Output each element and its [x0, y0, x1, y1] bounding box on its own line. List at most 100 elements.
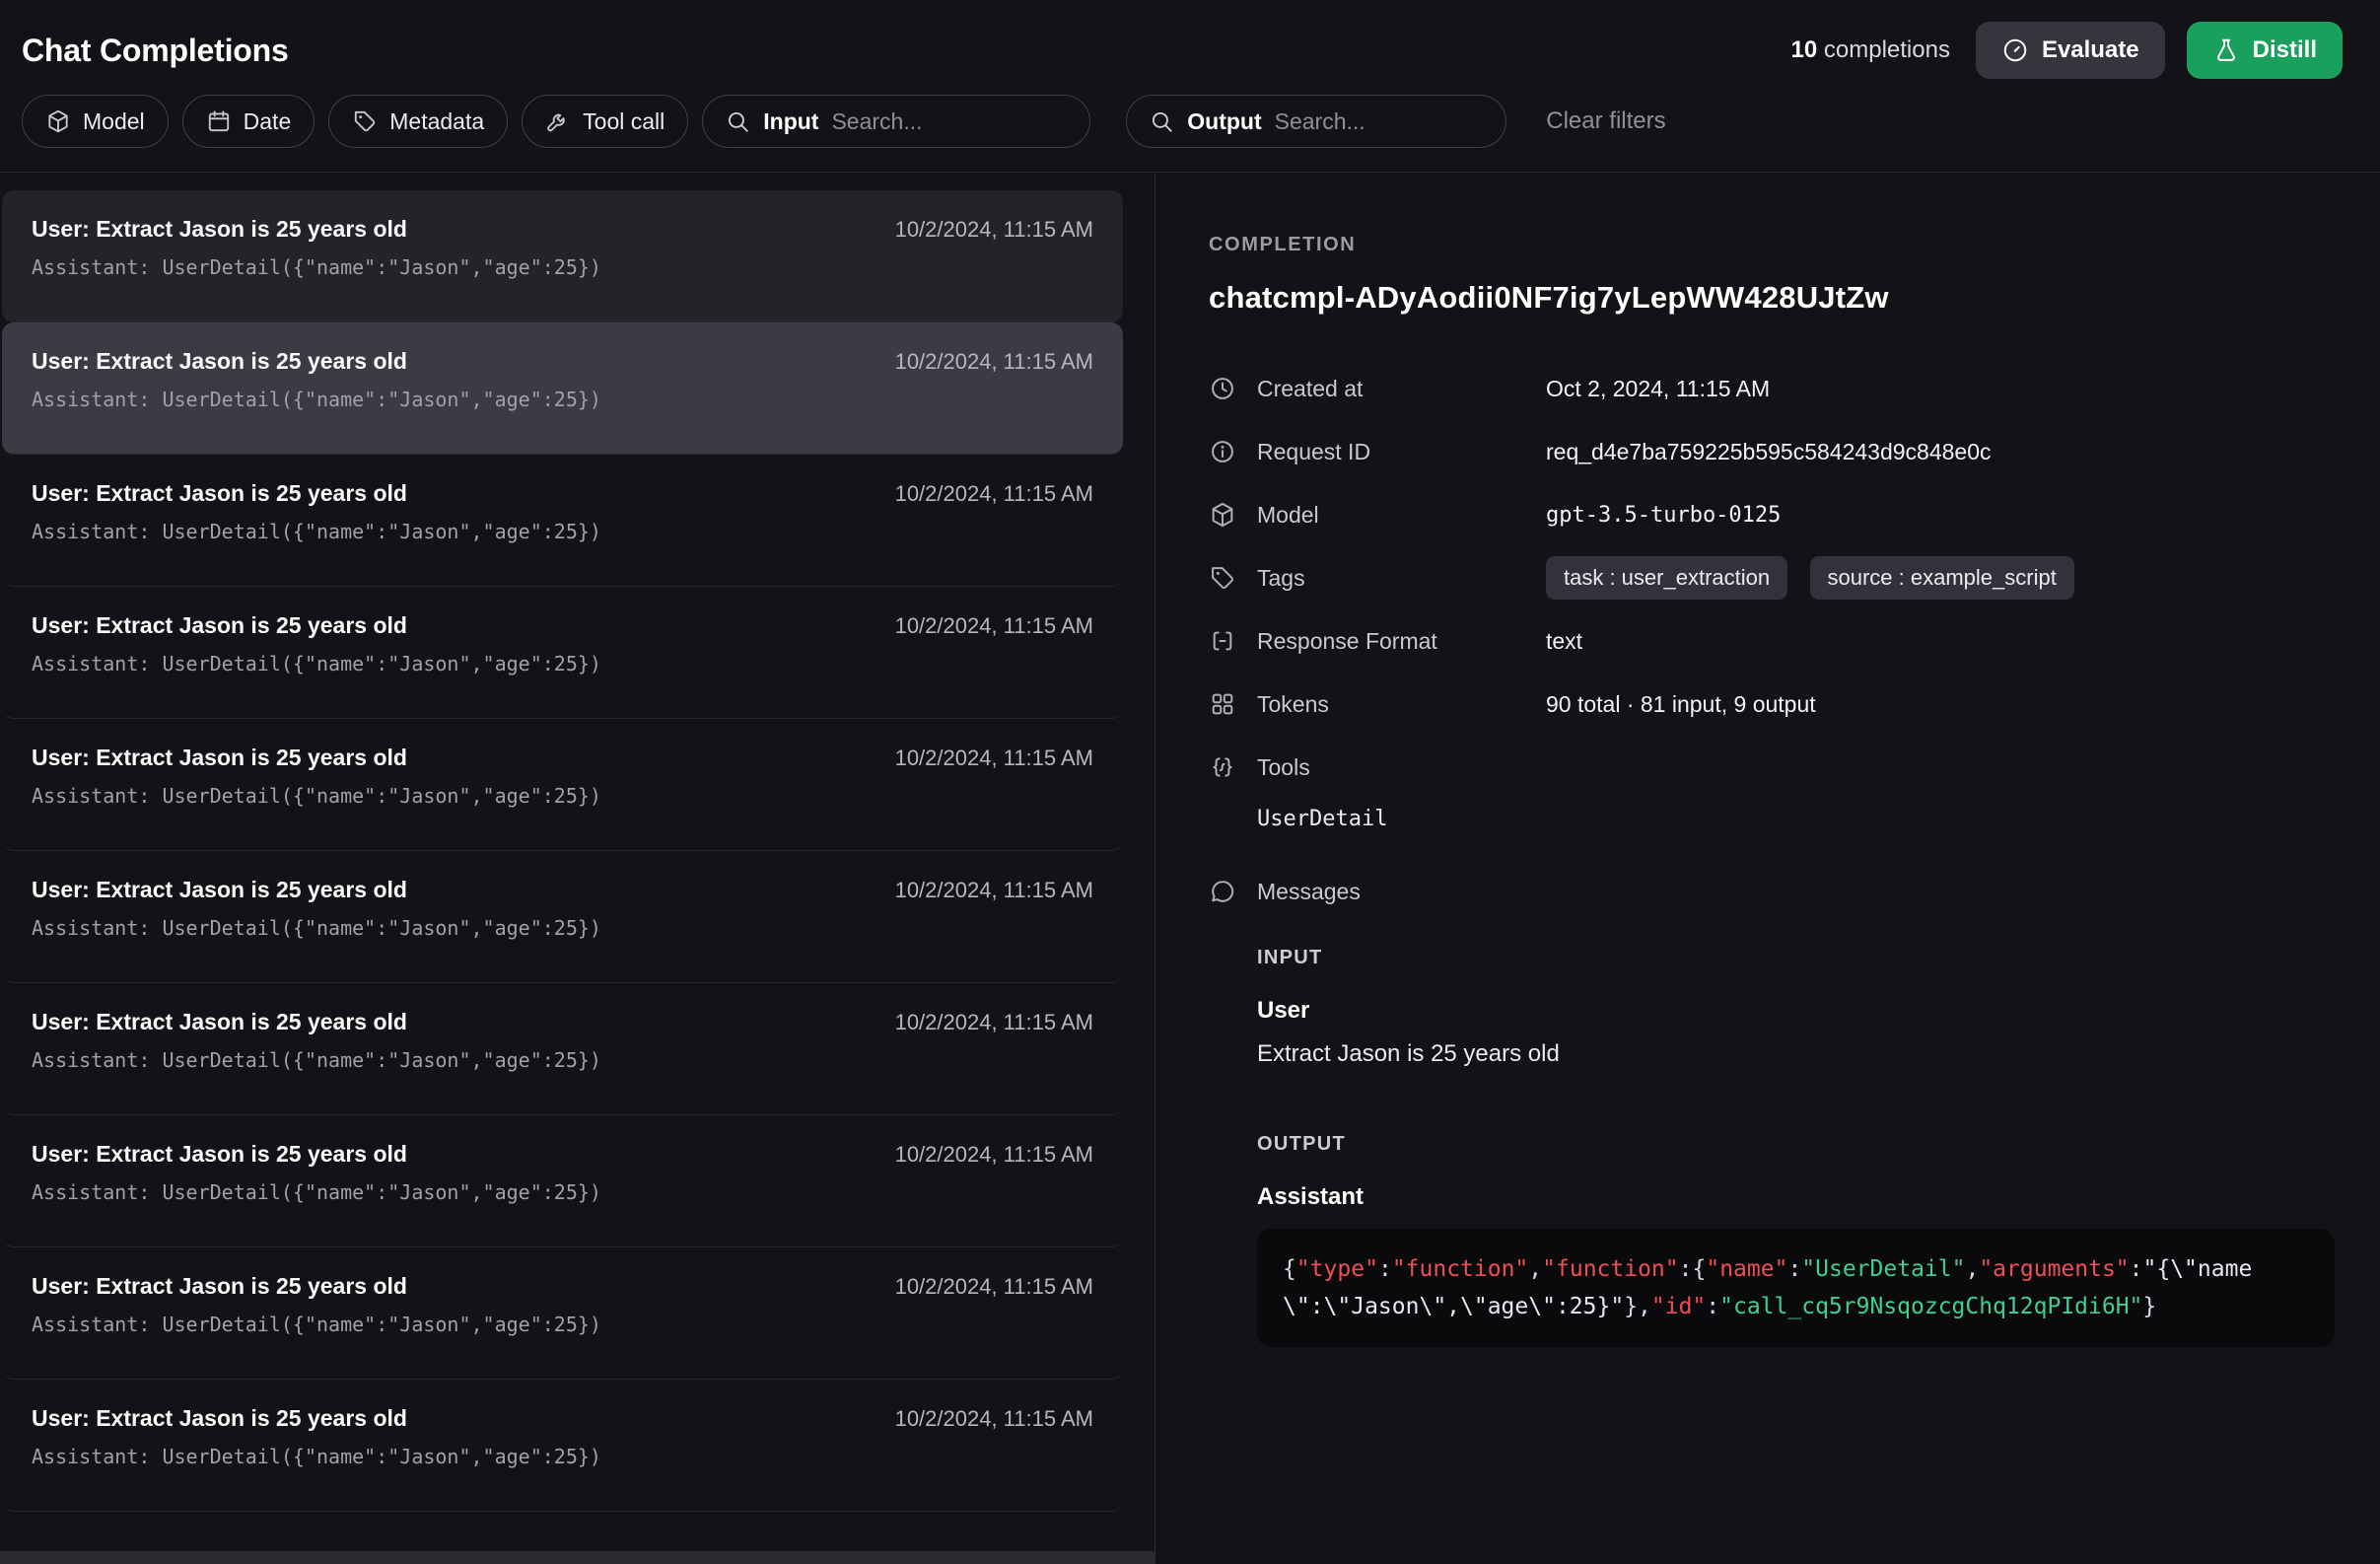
filter-bar: Model Date Metadata Tool call Input Outp… — [0, 87, 2380, 172]
braces-icon — [1209, 753, 1236, 781]
calendar-icon — [206, 108, 232, 134]
list-item[interactable]: User: Extract Jason is 25 years old 10/2… — [2, 190, 1123, 322]
output-section-label: OUTPUT — [1257, 1133, 2335, 1156]
flask-icon — [2212, 36, 2240, 64]
completion-section-label: COMPLETION — [1209, 234, 2335, 256]
item-assistant-preview: Assistant: UserDetail({"name":"Jason","a… — [32, 1048, 1093, 1072]
completion-detail-panel: COMPLETION chatcmpl-ADyAodii0NF7ig7yLepW… — [1155, 173, 2380, 1564]
evaluate-button-label: Evaluate — [2042, 36, 2139, 64]
field-label: Tags — [1257, 565, 1546, 592]
input-searchbox[interactable]: Input — [702, 95, 1090, 148]
field-label: Tokens — [1257, 691, 1546, 718]
item-timestamp: 10/2/2024, 11:15 AM — [895, 746, 1093, 771]
filter-model-button[interactable]: Model — [22, 95, 169, 148]
list-item[interactable]: User: Extract Jason is 25 years old 10/2… — [2, 1115, 1123, 1247]
list-item[interactable]: User: Extract Jason is 25 years old 10/2… — [2, 322, 1123, 455]
page-title: Chat Completions — [22, 33, 289, 69]
item-assistant-preview: Assistant: UserDetail({"name":"Jason","a… — [32, 520, 1093, 543]
list-item[interactable]: User: Extract Jason is 25 years old 10/2… — [2, 719, 1123, 851]
field-label: Created at — [1257, 376, 1546, 402]
output-code-block: {"type":"function","function":{"name":"U… — [1257, 1229, 2335, 1347]
item-assistant-preview: Assistant: UserDetail({"name":"Jason","a… — [32, 1180, 1093, 1204]
field-created-at: Created at Oct 2, 2024, 11:15 AM — [1209, 357, 2335, 420]
response-format-value: text — [1546, 628, 1582, 655]
messages-section-header: Messages — [1209, 878, 2335, 905]
list-item[interactable]: User: Extract Jason is 25 years old 10/2… — [2, 983, 1123, 1115]
field-tags: Tags task : user_extraction source : exa… — [1209, 546, 2335, 609]
list-item[interactable]: User: Extract Jason is 25 years old 10/2… — [2, 455, 1123, 587]
info-icon — [1209, 438, 1236, 465]
tag-icon — [1209, 564, 1236, 592]
list-item[interactable]: User: Extract Jason is 25 years old 10/2… — [2, 1380, 1123, 1512]
input-search-field[interactable] — [831, 108, 1068, 135]
tokens-value: 90 total · 81 input, 9 output — [1546, 691, 1816, 718]
filter-metadata-button[interactable]: Metadata — [328, 95, 508, 148]
tag-icon — [352, 108, 378, 134]
item-assistant-preview: Assistant: UserDetail({"name":"Jason","a… — [32, 784, 1093, 808]
distill-button[interactable]: Distill — [2187, 22, 2343, 79]
item-user-preview: User: Extract Jason is 25 years old — [32, 1140, 407, 1168]
created-at-value: Oct 2, 2024, 11:15 AM — [1546, 376, 1770, 402]
tag-badge: task : user_extraction — [1546, 556, 1787, 600]
item-timestamp: 10/2/2024, 11:15 AM — [895, 1142, 1093, 1168]
field-model: Model gpt-3.5-turbo-0125 — [1209, 483, 2335, 546]
item-user-preview: User: Extract Jason is 25 years old — [32, 1008, 407, 1035]
item-user-preview: User: Extract Jason is 25 years old — [32, 1404, 407, 1432]
tags-value: task : user_extraction source : example_… — [1546, 556, 2090, 600]
item-timestamp: 10/2/2024, 11:15 AM — [895, 1406, 1093, 1432]
magnifier-icon — [725, 108, 750, 134]
field-tokens: Tokens 90 total · 81 input, 9 output — [1209, 673, 2335, 736]
list-item[interactable]: User: Extract Jason is 25 years old 10/2… — [2, 587, 1123, 719]
item-timestamp: 10/2/2024, 11:15 AM — [895, 1010, 1093, 1035]
completions-count: 10 completions — [1791, 36, 1950, 64]
gauge-icon — [2001, 36, 2029, 64]
item-assistant-preview: Assistant: UserDetail({"name":"Jason","a… — [32, 388, 1093, 411]
filter-tool-call-label: Tool call — [583, 108, 665, 135]
completions-list: User: Extract Jason is 25 years old 10/2… — [0, 173, 1155, 1564]
chat-bubble-icon — [1209, 878, 1236, 905]
field-label: Model — [1257, 502, 1546, 529]
completions-count-label: completions — [1824, 36, 1950, 63]
field-response-format: Response Format text — [1209, 609, 2335, 673]
model-value: gpt-3.5-turbo-0125 — [1546, 503, 1781, 528]
field-label: Tools — [1257, 754, 1546, 781]
evaluate-button[interactable]: Evaluate — [1976, 22, 2165, 79]
input-role: User — [1257, 997, 2335, 1025]
magnifier-icon — [1149, 108, 1174, 134]
item-user-preview: User: Extract Jason is 25 years old — [32, 1272, 407, 1300]
item-assistant-preview: Assistant: UserDetail({"name":"Jason","a… — [32, 1313, 1093, 1336]
cube-icon — [1209, 501, 1236, 529]
list-item[interactable]: User: Extract Jason is 25 years old 10/2… — [2, 851, 1123, 983]
item-user-preview: User: Extract Jason is 25 years old — [32, 611, 407, 639]
list-bottom-strip — [0, 1551, 1155, 1564]
clear-filters-button[interactable]: Clear filters — [1546, 107, 1665, 135]
list-item[interactable]: User: Extract Jason is 25 years old 10/2… — [2, 1247, 1123, 1380]
input-section-label: INPUT — [1257, 947, 2335, 969]
cube-icon — [45, 108, 71, 134]
filter-date-button[interactable]: Date — [182, 95, 315, 148]
input-search-label: Input — [763, 108, 818, 135]
filter-tool-call-button[interactable]: Tool call — [522, 95, 688, 148]
tool-name: UserDetail — [1257, 805, 2335, 834]
completion-id: chatcmpl-ADyAodii0NF7ig7yLepWW428UJtZw — [1209, 280, 2335, 316]
tag-badge: source : example_script — [1810, 556, 2074, 600]
output-search-field[interactable] — [1275, 108, 1485, 135]
field-label: Response Format — [1257, 628, 1546, 655]
output-role: Assistant — [1257, 1183, 2335, 1211]
field-request-id: Request ID req_d4e7ba759225b595c584243d9… — [1209, 420, 2335, 483]
item-timestamp: 10/2/2024, 11:15 AM — [895, 613, 1093, 639]
wrench-icon — [545, 108, 571, 134]
item-timestamp: 10/2/2024, 11:15 AM — [895, 481, 1093, 507]
item-user-preview: User: Extract Jason is 25 years old — [32, 215, 407, 243]
completions-count-number: 10 — [1791, 36, 1818, 63]
filter-date-label: Date — [244, 108, 292, 135]
brackets-icon — [1209, 627, 1236, 655]
distill-button-label: Distill — [2253, 36, 2317, 64]
field-label: Request ID — [1257, 439, 1546, 465]
item-timestamp: 10/2/2024, 11:15 AM — [895, 1274, 1093, 1300]
page-header: Chat Completions 10 completions Evaluate… — [0, 0, 2380, 173]
filter-model-label: Model — [83, 108, 145, 135]
output-searchbox[interactable]: Output — [1126, 95, 1506, 148]
item-assistant-preview: Assistant: UserDetail({"name":"Jason","a… — [32, 652, 1093, 675]
item-assistant-preview: Assistant: UserDetail({"name":"Jason","a… — [32, 255, 1093, 279]
